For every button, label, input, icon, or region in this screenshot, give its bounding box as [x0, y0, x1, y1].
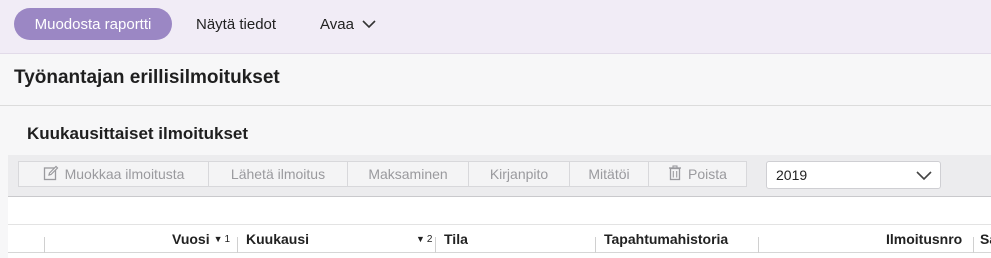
- column-header-report-number[interactable]: Ilmoitusnro: [886, 225, 962, 253]
- section-toolbar: Muokkaa ilmoitusta Lähetä ilmoitus Maksa…: [8, 155, 991, 197]
- open-menu-button[interactable]: Avaa: [320, 8, 376, 40]
- edit-icon: [43, 165, 65, 184]
- delete-button[interactable]: Poista: [648, 161, 747, 187]
- edit-report-button[interactable]: Muokkaa ilmoitusta: [18, 161, 209, 187]
- column-header-label: Ilmoitusnro: [886, 231, 963, 247]
- column-separator: [237, 237, 238, 253]
- column-separator: [758, 237, 759, 253]
- page-title: Työnantajan erillisilmoitukset: [14, 67, 280, 88]
- column-header-month-sort[interactable]: ▼ 2: [412, 225, 432, 253]
- delete-label: Poista: [688, 166, 727, 182]
- column-header-year[interactable]: Vuosi ▼ 1: [172, 225, 230, 253]
- column-separator: [595, 237, 596, 253]
- table-header: Vuosi ▼ 1 Kuukausi ▼ 2 Tila Tapahtumahis…: [8, 224, 991, 253]
- payment-button[interactable]: Maksaminen: [347, 161, 469, 187]
- show-details-label: Näytä tiedot: [196, 15, 277, 33]
- column-separator: [973, 237, 974, 253]
- bookkeeping-button[interactable]: Kirjanpito: [468, 161, 570, 187]
- column-header-month[interactable]: Kuukausi: [246, 225, 309, 253]
- year-select-value: 2019: [776, 167, 808, 183]
- generate-report-button[interactable]: Muodosta raportti: [14, 8, 172, 40]
- column-separator: [435, 237, 436, 253]
- column-header-history[interactable]: Tapahtumahistoria: [604, 225, 728, 253]
- year-select[interactable]: 2019: [766, 161, 941, 189]
- sort-desc-icon: ▼: [213, 234, 223, 244]
- column-header-status[interactable]: Tila: [444, 225, 468, 253]
- chevron-down-icon: [354, 16, 376, 33]
- column-header-label: Sa: [980, 231, 991, 247]
- column-header-label: Kuukausi: [246, 231, 310, 247]
- action-bar: Muodosta raportti Näytä tiedot Avaa: [0, 0, 991, 54]
- column-header-label: Vuosi: [172, 231, 210, 247]
- invalidate-button[interactable]: Mitätöi: [569, 161, 649, 187]
- column-header-label: Tapahtumahistoria: [604, 231, 729, 247]
- reports-table: Vuosi ▼ 1 Kuukausi ▼ 2 Tila Tapahtumahis…: [8, 197, 991, 258]
- section-title: Kuukausittaiset ilmoitukset: [27, 124, 249, 143]
- sort-order: 2: [426, 233, 433, 245]
- column-separator: [44, 237, 45, 253]
- show-details-button[interactable]: Näytä tiedot: [196, 8, 276, 40]
- title-divider: [0, 105, 991, 106]
- sort-desc-icon: ▼: [416, 234, 425, 244]
- send-report-button[interactable]: Lähetä ilmoitus: [208, 161, 348, 187]
- column-header-label: Tila: [444, 231, 468, 247]
- column-header-truncated[interactable]: Sa: [980, 225, 991, 253]
- open-menu-label: Avaa: [320, 15, 354, 33]
- edit-report-label: Muokkaa ilmoitusta: [64, 166, 185, 182]
- trash-icon: [668, 164, 688, 184]
- sort-order: 1: [224, 233, 231, 245]
